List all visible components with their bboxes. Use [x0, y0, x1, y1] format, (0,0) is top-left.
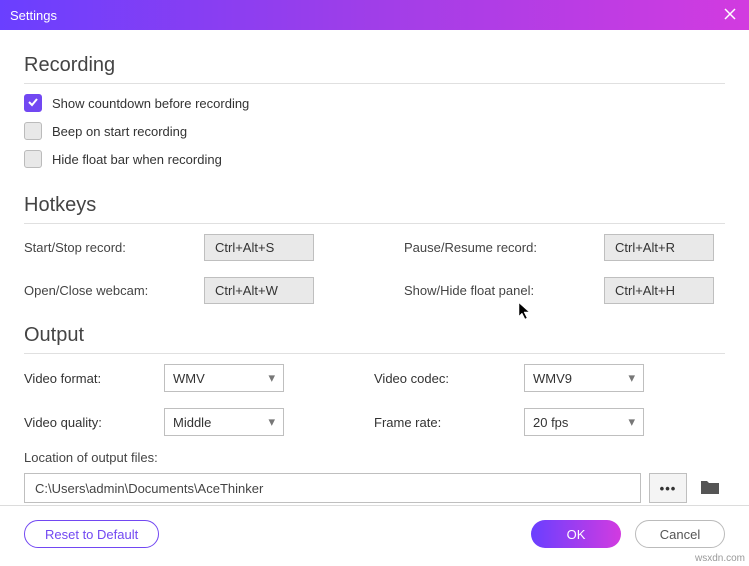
select-value: WMV: [173, 371, 205, 386]
chevron-down-icon: ▾: [628, 414, 635, 430]
folder-icon: [700, 479, 720, 498]
video-codec-select[interactable]: WMV9 ▾: [524, 364, 644, 392]
recording-option: Show countdown before recording: [24, 94, 725, 112]
hotkey-label-start-stop: Start/Stop record:: [24, 240, 204, 255]
watermark: wsxdn.com: [695, 553, 745, 564]
hotkey-field-float-panel[interactable]: Ctrl+Alt+H: [604, 277, 714, 304]
window-title: Settings: [10, 8, 57, 23]
checkbox-label: Beep on start recording: [52, 124, 187, 139]
footer-right: OK Cancel: [531, 520, 725, 548]
output-path-input[interactable]: [24, 473, 641, 503]
checkbox-hide-floatbar[interactable]: [24, 150, 42, 168]
recording-option: Beep on start recording: [24, 122, 725, 140]
open-folder-button[interactable]: [695, 473, 725, 503]
divider: [24, 223, 725, 224]
checkbox-label: Show countdown before recording: [52, 96, 249, 111]
output-heading: Output: [24, 324, 725, 347]
hotkeys-grid: Start/Stop record: Ctrl+Alt+S Pause/Resu…: [24, 234, 725, 304]
close-button[interactable]: [721, 6, 739, 24]
footer: Reset to Default OK Cancel: [0, 505, 749, 566]
video-quality-select[interactable]: Middle ▾: [164, 408, 284, 436]
reset-to-default-button[interactable]: Reset to Default: [24, 520, 159, 548]
output-location-label: Location of output files:: [24, 450, 725, 465]
video-format-select[interactable]: WMV ▾: [164, 364, 284, 392]
output-path-row: •••: [24, 473, 725, 503]
chevron-down-icon: ▾: [268, 414, 275, 430]
hotkey-label-webcam: Open/Close webcam:: [24, 283, 204, 298]
recording-heading: Recording: [24, 54, 725, 77]
recording-option: Hide float bar when recording: [24, 150, 725, 168]
hotkey-field-webcam[interactable]: Ctrl+Alt+W: [204, 277, 314, 304]
video-quality-label: Video quality:: [24, 415, 164, 430]
hotkey-field-pause-resume[interactable]: Ctrl+Alt+R: [604, 234, 714, 261]
hotkey-label-float-panel: Show/Hide float panel:: [404, 283, 604, 298]
checkbox-beep-start[interactable]: [24, 122, 42, 140]
select-value: Middle: [173, 415, 211, 430]
hotkey-label-pause-resume: Pause/Resume record:: [404, 240, 604, 255]
select-value: 20 fps: [533, 415, 568, 430]
divider: [24, 83, 725, 84]
select-value: WMV9: [533, 371, 572, 386]
frame-rate-select[interactable]: 20 fps ▾: [524, 408, 644, 436]
checkbox-label: Hide float bar when recording: [52, 152, 222, 167]
hotkeys-heading: Hotkeys: [24, 194, 725, 217]
frame-rate-label: Frame rate:: [374, 415, 524, 430]
video-format-label: Video format:: [24, 371, 164, 386]
cancel-button[interactable]: Cancel: [635, 520, 725, 548]
chevron-down-icon: ▾: [268, 370, 275, 386]
settings-window: Settings Recording Show countdown before…: [0, 0, 749, 566]
close-icon: [724, 8, 736, 23]
output-grid: Video format: WMV ▾ Video codec: WMV9 ▾ …: [24, 364, 725, 436]
chevron-down-icon: ▾: [628, 370, 635, 386]
checkbox-show-countdown[interactable]: [24, 94, 42, 112]
hotkey-field-start-stop[interactable]: Ctrl+Alt+S: [204, 234, 314, 261]
divider: [24, 353, 725, 354]
check-icon: [27, 96, 39, 111]
video-codec-label: Video codec:: [374, 371, 524, 386]
settings-body: Recording Show countdown before recordin…: [0, 30, 749, 505]
browse-button[interactable]: •••: [649, 473, 687, 503]
ok-button[interactable]: OK: [531, 520, 621, 548]
titlebar: Settings: [0, 0, 749, 30]
